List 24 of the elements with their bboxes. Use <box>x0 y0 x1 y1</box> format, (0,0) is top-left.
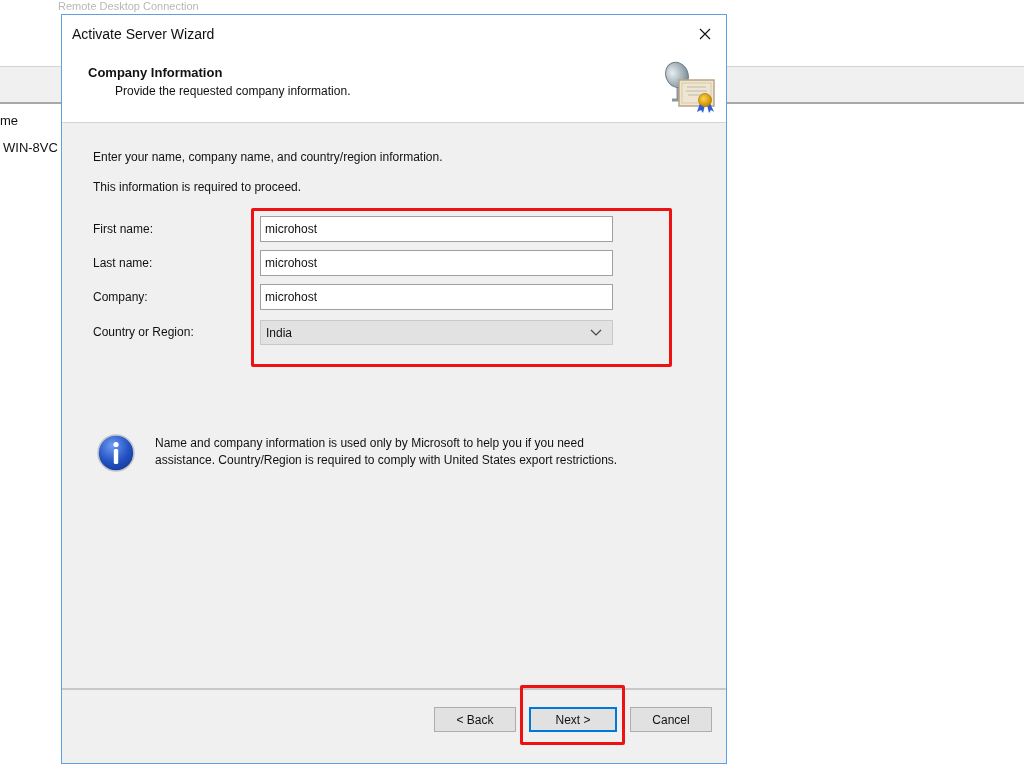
field-label: Last name: <box>93 256 153 270</box>
page-subtitle: Provide the requested company information. <box>114 83 351 99</box>
field-label: First name: <box>93 222 153 236</box>
field-label: Company: <box>93 290 148 304</box>
background-window-title: Remote Desktop Connection <box>57 0 199 12</box>
last-name-field[interactable]: microhost <box>260 250 613 276</box>
back-button[interactable]: < Back <box>434 707 516 732</box>
window-title: Activate Server Wizard <box>72 25 215 42</box>
cancel-button[interactable]: Cancel <box>630 707 712 732</box>
close-icon[interactable] <box>699 27 711 40</box>
field-label: Country or Region: <box>93 324 194 339</box>
first-name-field[interactable]: microhost <box>260 216 613 242</box>
next-button[interactable]: Next > <box>529 707 617 732</box>
chevron-down-icon <box>590 329 602 336</box>
info-text: Name and company information is used only by Microsoft to help you if you need assistance. Country/Region is required to comply with United States export restrictions. <box>155 435 619 469</box>
country-dropdown[interactable]: India <box>260 320 613 345</box>
instruction-text: Enter your name, company name, and country/region information. <box>93 150 443 164</box>
column-header: me <box>0 112 19 130</box>
list-item[interactable]: WIN-8VC <box>0 139 58 157</box>
company-field[interactable]: microhost <box>260 284 613 310</box>
instruction-text: This information is required to proceed. <box>93 180 302 194</box>
info-icon <box>97 434 135 472</box>
certificate-dish-icon <box>662 61 716 114</box>
page-title: Company Information <box>87 65 224 81</box>
